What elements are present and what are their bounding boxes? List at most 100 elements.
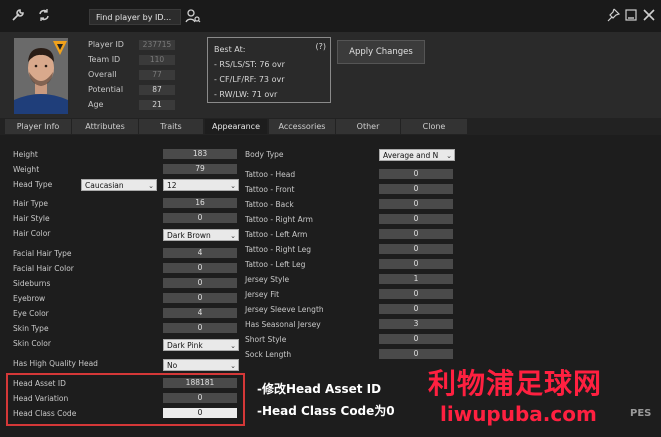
potential-field[interactable]: 87 (139, 85, 175, 95)
tab-other[interactable]: Other (336, 119, 400, 134)
watermark-logo: 利物浦足球网 (428, 367, 603, 400)
tattoo-back-label: Tattoo - Back (245, 200, 294, 209)
head-type-number-select[interactable]: 12 ⌄ (163, 179, 239, 191)
tattoo-front-field[interactable]: 0 (379, 184, 453, 194)
best-at-box: Best At: (?) - RS/LS/ST: 76 ovr - CF/LF/… (207, 37, 331, 103)
eyebrow-label: Eyebrow (13, 294, 46, 303)
tattoo-right-arm-label: Tattoo - Right Arm (245, 215, 313, 224)
hq-head-select[interactable]: No ⌄ (163, 359, 239, 371)
wrench-icon[interactable] (10, 8, 26, 24)
hair-color-select[interactable]: Dark Brown ⌄ (163, 229, 239, 241)
tattoo-right-arm-field[interactable]: 0 (379, 214, 453, 224)
jersey-sleeve-label: Jersey Sleeve Length (245, 305, 324, 314)
team-id-field[interactable]: 110 (139, 55, 175, 65)
chevron-down-icon: ⌄ (230, 362, 236, 370)
best-at-title: Best At: (214, 45, 246, 54)
best-at-line: - RS/LS/ST: 76 ovr (214, 60, 285, 69)
tab-player-info[interactable]: Player Info (5, 119, 71, 134)
skin-color-label: Skin Color (13, 339, 51, 348)
tattoo-right-leg-field[interactable]: 0 (379, 244, 453, 254)
eye-color-field[interactable]: 4 (163, 308, 237, 318)
head-type-select[interactable]: Caucasian ⌄ (81, 179, 157, 191)
chevron-down-icon: ⌄ (230, 232, 236, 240)
tattoo-back-field[interactable]: 0 (379, 199, 453, 209)
user-search-icon[interactable] (185, 8, 201, 24)
tattoo-left-leg-label: Tattoo - Left Leg (245, 260, 306, 269)
jersey-fit-label: Jersey Fit (245, 290, 280, 299)
tattoo-left-arm-label: Tattoo - Left Arm (245, 230, 308, 239)
tattoo-left-arm-field[interactable]: 0 (379, 229, 453, 239)
facial-hair-color-field[interactable]: 0 (163, 263, 237, 273)
player-id-label: Player ID (88, 40, 124, 49)
refresh-icon[interactable] (36, 8, 52, 24)
height-label: Height (13, 150, 38, 159)
hair-color-value: Dark Brown (167, 231, 211, 240)
short-style-field[interactable]: 0 (379, 334, 453, 344)
apply-changes-button[interactable]: Apply Changes (337, 40, 425, 64)
body-type-select[interactable]: Average and N ⌄ (379, 149, 455, 161)
chevron-down-icon: ⌄ (230, 342, 236, 350)
head-type-select-value: Caucasian (85, 181, 124, 190)
eye-color-label: Eye Color (13, 309, 49, 318)
club-badge (52, 40, 68, 56)
jersey-sleeve-field[interactable]: 0 (379, 304, 453, 314)
jersey-style-label: Jersey Style (245, 275, 290, 284)
age-field[interactable]: 21 (139, 100, 175, 110)
player-id-field[interactable]: 237715 (139, 40, 175, 50)
chevron-down-icon: ⌄ (446, 152, 452, 160)
skin-type-label: Skin Type (13, 324, 49, 333)
skin-color-value: Dark Pink (167, 341, 203, 350)
skin-type-field[interactable]: 0 (163, 323, 237, 333)
annotation-head-asset: -修改Head Asset ID (257, 382, 382, 396)
overall-label: Overall (88, 70, 117, 79)
facial-hair-type-label: Facial Hair Type (13, 249, 72, 258)
highlight-box (6, 373, 245, 426)
weight-field[interactable]: 79 (163, 164, 237, 174)
tab-clone[interactable]: Clone (401, 119, 467, 134)
jersey-fit-field[interactable]: 0 (379, 289, 453, 299)
tab-traits[interactable]: Traits (139, 119, 203, 134)
head-type-label: Head Type (13, 180, 53, 189)
eyebrow-field[interactable]: 0 (163, 293, 237, 303)
facial-hair-color-label: Facial Hair Color (13, 264, 74, 273)
minimize-icon[interactable] (623, 8, 639, 24)
skin-color-select[interactable]: Dark Pink ⌄ (163, 339, 239, 351)
tattoo-left-leg-field[interactable]: 0 (379, 259, 453, 269)
sock-length-field[interactable]: 0 (379, 349, 453, 359)
help-icon[interactable]: (?) (316, 42, 327, 51)
head-type-number-value: 12 (167, 181, 177, 190)
jersey-style-field[interactable]: 1 (379, 274, 453, 284)
weight-label: Weight (13, 165, 40, 174)
close-icon[interactable] (641, 8, 657, 24)
hair-style-label: Hair Style (13, 214, 50, 223)
pin-icon[interactable] (605, 8, 621, 24)
tattoo-right-leg-label: Tattoo - Right Leg (245, 245, 312, 254)
seasonal-jersey-field[interactable]: 3 (379, 319, 453, 329)
sideburns-field[interactable]: 0 (163, 278, 237, 288)
sideburns-label: Sideburns (13, 279, 51, 288)
tab-appearance[interactable]: Appearance (205, 119, 267, 134)
potential-label: Potential (88, 85, 124, 94)
facial-hair-type-field[interactable]: 4 (163, 248, 237, 258)
overall-field[interactable]: 77 (139, 70, 175, 80)
tab-bar: Player Info Attributes Traits Appearance… (0, 118, 661, 135)
tattoo-head-field[interactable]: 0 (379, 169, 453, 179)
seasonal-jersey-label: Has Seasonal Jersey (245, 320, 321, 329)
hq-head-value: No (167, 361, 178, 370)
chevron-down-icon: ⌄ (230, 182, 236, 190)
find-player-button[interactable]: Find player by ID... (89, 9, 181, 25)
best-at-line: - RW/LW: 71 ovr (214, 90, 278, 99)
body-type-label: Body Type (245, 150, 284, 159)
tab-attributes[interactable]: Attributes (72, 119, 138, 134)
tab-accessories[interactable]: Accessories (269, 119, 335, 134)
annotation-head-class: -Head Class Code为0 (257, 404, 395, 418)
hair-type-label: Hair Type (13, 199, 49, 208)
hair-type-field[interactable]: 16 (163, 198, 237, 208)
age-label: Age (88, 100, 104, 109)
tattoo-head-label: Tattoo - Head (245, 170, 296, 179)
height-field[interactable]: 183 (163, 149, 237, 159)
short-style-label: Short Style (245, 335, 287, 344)
watermark-url: liwupuba.com (440, 402, 597, 426)
hair-style-field[interactable]: 0 (163, 213, 237, 223)
best-at-line: - CF/LF/RF: 73 ovr (214, 75, 285, 84)
